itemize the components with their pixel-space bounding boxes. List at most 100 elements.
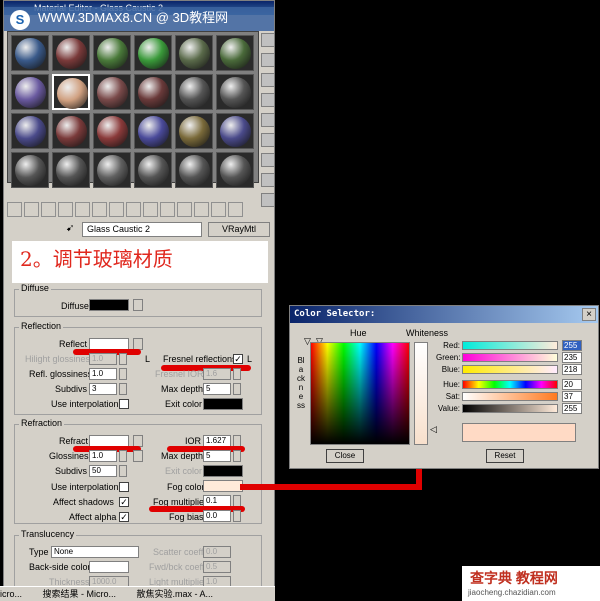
fresnel-lock-label[interactable]: L	[247, 354, 252, 364]
hue-field[interactable]: 20	[562, 379, 582, 390]
diffuse-color-swatch[interactable]	[89, 299, 129, 311]
affect-shadows-checkbox[interactable]: ✓	[119, 497, 129, 507]
material-slot[interactable]	[175, 74, 213, 110]
affect-alpha-checkbox[interactable]: ✓	[119, 512, 129, 522]
material-slot[interactable]	[11, 74, 49, 110]
backlight-icon[interactable]	[261, 53, 274, 67]
refr-max-depth-field[interactable]: 5	[203, 450, 231, 462]
diffuse-map-button[interactable]	[133, 299, 143, 311]
material-slot[interactable]	[216, 35, 254, 71]
fog-color-swatch[interactable]	[203, 480, 243, 492]
red-field[interactable]: 255	[562, 340, 582, 351]
copy-icon[interactable]	[75, 202, 90, 217]
lock-label[interactable]: L	[145, 354, 150, 364]
show-end-icon[interactable]	[160, 202, 175, 217]
forward-icon[interactable]	[228, 202, 243, 217]
refl-subdivs-spinner[interactable]	[119, 383, 127, 395]
green-field[interactable]: 235	[562, 352, 582, 363]
unique-icon[interactable]	[92, 202, 107, 217]
material-slot[interactable]	[52, 35, 90, 71]
go-sibling-icon[interactable]	[194, 202, 209, 217]
fresnel-checkbox[interactable]: ✓	[233, 354, 243, 364]
material-name-field[interactable]: Glass Caustic 2	[82, 222, 202, 237]
refr-exit-color-swatch[interactable]	[203, 465, 243, 477]
taskbar-item[interactable]: icro...	[0, 589, 22, 599]
refl-interpolation-checkbox[interactable]	[119, 399, 129, 409]
material-slot[interactable]	[134, 74, 172, 110]
hue-blackness-picker[interactable]	[310, 342, 410, 445]
material-slot[interactable]	[93, 35, 131, 71]
hilight-spinner[interactable]	[119, 353, 127, 365]
red-slider[interactable]	[462, 341, 558, 350]
material-slot[interactable]	[11, 35, 49, 71]
material-slot[interactable]	[134, 35, 172, 71]
green-slider[interactable]	[462, 353, 558, 362]
fog-bias-field[interactable]: 0.0	[203, 510, 231, 522]
bg-icon[interactable]	[261, 93, 274, 107]
back-icon[interactable]	[211, 202, 226, 217]
show-map-icon[interactable]	[143, 202, 158, 217]
glossiness-spinner[interactable]	[119, 450, 127, 462]
refl-subdivs-field[interactable]: 3	[89, 383, 117, 395]
whiteness-pointer-icon[interactable]: ◁	[430, 424, 437, 435]
refl-max-depth-field[interactable]: 5	[203, 383, 231, 395]
material-slot[interactable]	[52, 152, 90, 188]
material-slot[interactable]	[216, 74, 254, 110]
fog-bias-spinner[interactable]	[233, 510, 241, 522]
refr-max-depth-spinner[interactable]	[233, 450, 241, 462]
go-parent-icon[interactable]	[177, 202, 192, 217]
select-icon[interactable]	[261, 173, 274, 187]
material-slot[interactable]	[93, 113, 131, 149]
put-icon[interactable]	[24, 202, 39, 217]
value-field[interactable]: 255	[562, 403, 582, 414]
material-slot[interactable]	[11, 152, 49, 188]
translucency-type-select[interactable]: None	[51, 546, 139, 558]
close-icon[interactable]: ×	[582, 308, 596, 321]
whiteness-slider[interactable]	[414, 342, 428, 445]
scatter-coeff-field[interactable]: 0.0	[203, 546, 231, 558]
blue-field[interactable]: 218	[562, 364, 582, 375]
material-slot[interactable]	[93, 74, 131, 110]
refr-subdivs-spinner[interactable]	[119, 465, 127, 477]
refl-max-depth-spinner[interactable]	[233, 383, 241, 395]
fwd-bck-coeff-field[interactable]: 0.5	[203, 561, 231, 573]
refl-glossiness-field[interactable]: 1.0	[89, 368, 117, 380]
material-slot[interactable]	[52, 74, 90, 110]
material-type-button[interactable]: VRayMtl	[208, 222, 270, 237]
material-slot[interactable]	[175, 152, 213, 188]
refr-interpolation-checkbox[interactable]	[119, 482, 129, 492]
options-icon[interactable]	[261, 153, 274, 167]
checker-icon[interactable]	[261, 73, 274, 87]
sat-field[interactable]: 37	[562, 391, 582, 402]
blue-slider[interactable]	[462, 365, 558, 374]
pick-material-icon[interactable]: ➹	[66, 223, 74, 234]
close-button[interactable]: Close	[326, 449, 364, 463]
material-slot[interactable]	[52, 113, 90, 149]
material-slot[interactable]	[11, 113, 49, 149]
taskbar-item[interactable]: 搜索结果 - Micro...	[43, 589, 117, 599]
fresnel-ior-field[interactable]: 1.6	[203, 368, 231, 380]
glossiness-field[interactable]: 1.0	[89, 450, 117, 462]
hue-slider[interactable]	[462, 380, 558, 389]
material-slot[interactable]	[93, 152, 131, 188]
material-slot[interactable]	[134, 113, 172, 149]
get-material-icon[interactable]	[7, 202, 22, 217]
material-slot[interactable]	[175, 35, 213, 71]
back-side-color-swatch[interactable]	[89, 561, 129, 573]
material-slot[interactable]	[175, 113, 213, 149]
value-slider[interactable]	[462, 404, 558, 413]
video-icon[interactable]	[261, 133, 274, 147]
taskbar-item[interactable]: 散焦实验.max - A...	[137, 589, 214, 599]
library-icon[interactable]	[109, 202, 124, 217]
refl-glossiness-spinner[interactable]	[119, 368, 127, 380]
reset-button[interactable]: Reset	[486, 449, 524, 463]
material-slot[interactable]	[216, 152, 254, 188]
effects-icon[interactable]	[126, 202, 141, 217]
refr-subdivs-field[interactable]: 50	[89, 465, 117, 477]
glossiness-map-button[interactable]	[133, 450, 143, 462]
sphere-icon[interactable]	[261, 33, 274, 47]
refl-exit-color-swatch[interactable]	[203, 398, 243, 410]
sat-slider[interactable]	[462, 392, 558, 401]
assign-icon[interactable]	[41, 202, 56, 217]
material-slot[interactable]	[134, 152, 172, 188]
